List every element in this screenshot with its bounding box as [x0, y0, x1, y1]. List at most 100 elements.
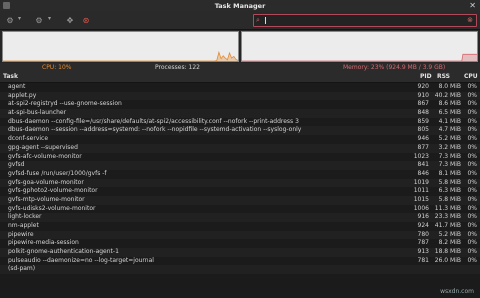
cell-rss: 6.5 MiB	[438, 109, 461, 117]
cell-task: polkit-gnome-authentication-agent-1	[8, 248, 119, 256]
cell-cpu: 0%	[467, 213, 477, 221]
cell-task: gvfsd-fuse /run/user/1000/gvfs -f	[8, 169, 107, 177]
cell-pid: 1015	[413, 195, 429, 203]
memory-graph	[241, 31, 478, 62]
table-row[interactable]: gvfs-goa-volume-monitor 1019 5.8 MiB 0%	[0, 178, 480, 188]
close-icon[interactable]: ✕	[469, 1, 476, 10]
search-field[interactable]: ⌕ ⊗	[253, 14, 477, 27]
cpu-history-plot	[3, 50, 238, 61]
table-row[interactable]: (sd-pam)	[0, 265, 480, 275]
cell-pid: 841	[417, 161, 429, 169]
table-row[interactable]: gvfsd-fuse /run/user/1000/gvfs -f 846 8.1 …	[0, 169, 480, 179]
graphs-area	[0, 30, 480, 63]
cell-pid: 913	[417, 248, 429, 256]
text-cursor	[265, 17, 266, 24]
cell-cpu: 0%	[467, 230, 477, 238]
table-row[interactable]: pipewire 780 5.2 MiB 0%	[0, 230, 480, 240]
cell-rss: 8.0 MiB	[438, 83, 461, 90]
cell-task: at-spi-bus-launcher	[8, 109, 67, 117]
cell-task: light-locker	[8, 213, 42, 221]
table-row[interactable]: at-spi-bus-launcher 848 6.5 MiB 0%	[0, 109, 480, 118]
cell-task: pipewire-media-session	[8, 239, 79, 247]
cell-rss: 7.3 MiB	[438, 152, 461, 160]
cpu-graph	[2, 31, 239, 62]
chevron-down-icon[interactable]: ▾	[48, 15, 54, 25]
cell-pid: 1011	[413, 187, 429, 195]
status-bar: CPU: 10% Processes: 122 Memory: 23% (924…	[0, 63, 480, 72]
cell-pid: 867	[417, 100, 429, 108]
cell-rss: 5.2 MiB	[438, 230, 461, 238]
table-row[interactable]: agent 920 8.0 MiB 0%	[0, 83, 480, 92]
cell-rss: 5.2 MiB	[438, 135, 461, 143]
cell-task: gvfs-mtp-volume-monitor	[8, 195, 85, 203]
cell-task: pipewire	[8, 230, 34, 238]
cell-cpu: 0%	[467, 109, 477, 117]
cell-cpu: 0%	[467, 91, 477, 99]
cell-task: at-spi2-registryd --use-gnome-session	[8, 100, 122, 108]
table-row[interactable]: gpg-agent --supervised 877 3.2 MiB 0%	[0, 143, 480, 153]
table-row[interactable]: dbus-daemon --config-file=/usr/share/def…	[0, 117, 480, 127]
table-row[interactable]: pipewire-media-session 787 8.2 MiB 0%	[0, 239, 480, 249]
cell-task: dconf-service	[8, 135, 49, 143]
table-body: agent 920 8.0 MiB 0% applet.py 910 40.2 MiB 0% a…	[0, 83, 480, 275]
cell-pid: 848	[417, 109, 429, 117]
cell-rss: 23.3 MiB	[434, 213, 461, 221]
cell-rss: 3.2 MiB	[438, 143, 461, 151]
cell-cpu: 0%	[467, 248, 477, 256]
cell-pid: 916	[417, 213, 429, 221]
clear-icon[interactable]: ⊗	[467, 16, 473, 24]
window-title: Task Manager	[214, 2, 266, 10]
cell-rss: 4.1 MiB	[438, 117, 461, 125]
show-application-processes-button[interactable]: ⚙	[4, 14, 16, 26]
cell-cpu: 0%	[467, 100, 477, 108]
cell-pid: 1019	[413, 178, 429, 186]
table-row[interactable]: nm-applet 924 41.7 MiB 0%	[0, 222, 480, 231]
column-header-rss[interactable]: RSS	[437, 73, 450, 80]
cell-cpu: 0%	[467, 169, 477, 177]
table-row[interactable]: gvfs-udisks2-volume-monitor 1006 11.3 MiB 0…	[0, 204, 480, 214]
table-row[interactable]: light-locker 916 23.3 MiB 0%	[0, 213, 480, 222]
cell-cpu: 0%	[467, 178, 477, 186]
history-area	[242, 54, 477, 61]
history-line	[3, 50, 238, 61]
table-row[interactable]: dbus-daemon --session --address=systemd:…	[0, 126, 480, 136]
cell-rss: 26.0 MiB	[434, 256, 461, 264]
column-header-cpu[interactable]: CPU	[464, 73, 478, 80]
memory-usage-label: Memory: 23% (924.9 MB / 3.9 GB)	[343, 64, 446, 71]
table-row[interactable]: gvfsd 841 7.3 MiB 0%	[0, 161, 480, 170]
cell-rss: 4.7 MiB	[438, 126, 461, 134]
table-row[interactable]: gvfs-gphoto2-volume-monitor 1011 6.3 MiB 0%	[0, 187, 480, 196]
settings-icon[interactable]: ⊛	[80, 14, 92, 26]
chevron-down-icon[interactable]: ▾	[18, 15, 24, 25]
table-row[interactable]: dconf-service 946 5.2 MiB 0%	[0, 135, 480, 144]
cell-cpu: 0%	[467, 117, 477, 125]
table-header: Task PID RSS CPU	[0, 72, 480, 83]
cell-cpu: 0%	[467, 256, 477, 264]
move-icon[interactable]: ✥	[64, 14, 76, 26]
table-row[interactable]: polkit-gnome-authentication-agent-1 913 18…	[0, 248, 480, 257]
cell-task: pulseaudio --daemonize=no --log-target=j…	[8, 256, 154, 264]
cell-cpu: 0%	[467, 195, 477, 203]
table-row[interactable]: pulseaudio --daemonize=no --log-target=j…	[0, 256, 480, 266]
toolbar: ⚙ ▾ ⚙ ▾ ✥ ⊛ ⌕ ⊗	[0, 11, 480, 30]
column-header-task[interactable]: Task	[3, 73, 18, 80]
cell-pid: 780	[417, 230, 429, 238]
cell-task: nm-applet	[8, 222, 39, 229]
cell-rss: 18.8 MiB	[434, 248, 461, 256]
cell-task: gvfs-udisks2-volume-monitor	[8, 204, 96, 212]
cell-rss: 5.8 MiB	[438, 195, 461, 203]
cell-pid: 787	[417, 239, 429, 247]
cell-pid: 946	[417, 135, 429, 143]
cell-cpu: 0%	[467, 204, 477, 212]
cell-cpu: 0%	[467, 239, 477, 247]
cell-pid: 1006	[413, 204, 429, 212]
cell-pid: 846	[417, 169, 429, 177]
table-row[interactable]: at-spi2-registryd --use-gnome-session 867…	[0, 100, 480, 110]
cell-task: agent	[8, 83, 26, 90]
show-user-processes-button[interactable]: ⚙	[33, 14, 45, 26]
table-row[interactable]: gvfs-afc-volume-monitor 1023 7.3 MiB 0%	[0, 152, 480, 162]
table-row[interactable]: applet.py 910 40.2 MiB 0%	[0, 91, 480, 101]
column-header-pid[interactable]: PID	[420, 73, 432, 80]
cell-task: dbus-daemon --session --address=systemd:…	[8, 126, 302, 134]
table-row[interactable]: gvfs-mtp-volume-monitor 1015 5.8 MiB 0%	[0, 195, 480, 205]
